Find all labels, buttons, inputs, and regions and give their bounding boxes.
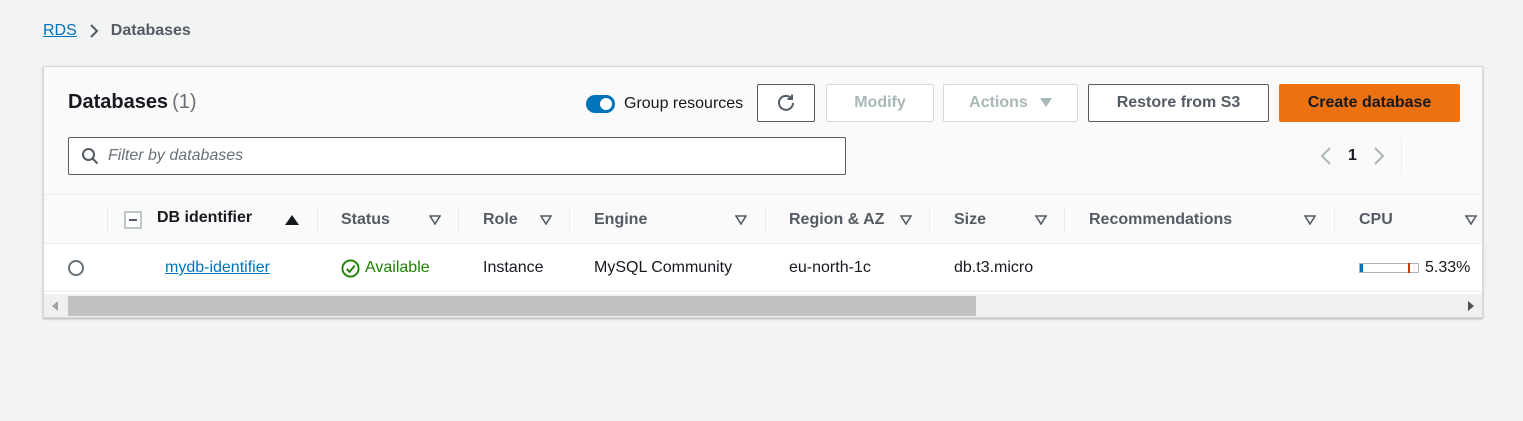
cell-role: Instance	[483, 259, 544, 276]
status-badge: Available	[341, 258, 430, 278]
scroll-right-icon[interactable]	[1468, 301, 1474, 311]
column-divider	[1334, 207, 1335, 232]
cell-status: Available	[341, 244, 430, 292]
group-resources-toggle[interactable]: Group resources	[586, 93, 743, 115]
col-status-label: Status	[341, 210, 390, 228]
breadcrumb-rds-link[interactable]: RDS	[43, 22, 77, 40]
col-recommendations[interactable]: Recommendations	[1089, 195, 1321, 244]
col-status[interactable]: Status	[341, 195, 445, 244]
toggle-switch[interactable]	[586, 95, 615, 113]
horizontal-scrollbar[interactable]	[44, 294, 1482, 317]
col-engine-label: Engine	[594, 210, 648, 228]
panel-header: Databases (1) Group resources Modify Acti…	[44, 67, 1482, 195]
cpu-usage-fill	[1360, 264, 1363, 272]
sort-icon	[429, 215, 441, 225]
col-size[interactable]: Size	[954, 195, 1052, 244]
check-circle-icon	[341, 258, 365, 278]
col-role[interactable]: Role	[483, 195, 555, 244]
restore-from-s3-button[interactable]: Restore from S3	[1088, 84, 1269, 122]
cpu-threshold-marker	[1408, 263, 1410, 273]
refresh-button[interactable]	[757, 84, 815, 122]
col-role-label: Role	[483, 210, 518, 228]
select-all-icon[interactable]	[124, 195, 142, 244]
chevron-right-icon	[89, 23, 99, 39]
breadcrumb-current: Databases	[110, 22, 191, 39]
modify-button[interactable]: Modify	[826, 84, 934, 122]
column-divider	[765, 207, 766, 232]
cpu-value: 5.33%	[1425, 259, 1471, 276]
cell-region-az: eu-north-1c	[789, 259, 871, 276]
db-identifier-link[interactable]: mydb-identifier	[165, 259, 270, 277]
col-cpu-label: CPU	[1359, 210, 1393, 228]
group-resources-label: Group resources	[624, 95, 744, 112]
cell-size: db.t3.micro	[954, 259, 1034, 276]
sort-icon	[1035, 215, 1047, 225]
cell-db-identifier: mydb-identifier	[165, 244, 270, 292]
scrollbar-thumb[interactable]	[68, 296, 976, 316]
radio-button[interactable]	[68, 260, 84, 276]
pagination: 1	[1320, 137, 1402, 175]
panel-title-count: (1)	[172, 91, 197, 113]
col-db-identifier[interactable]: DB identifier	[157, 195, 307, 244]
cell-engine: MySQL Community	[594, 259, 733, 276]
search-icon	[81, 147, 99, 165]
sort-icon	[540, 215, 552, 225]
column-divider	[458, 207, 459, 232]
restore-button-label: Restore from S3	[1116, 94, 1241, 111]
filter-field[interactable]	[68, 137, 846, 175]
cpu-usage-bar	[1359, 263, 1419, 273]
panel-title: Databases (1)	[68, 91, 197, 114]
column-divider	[569, 207, 570, 232]
modify-button-label: Modify	[854, 94, 906, 111]
breadcrumb: RDS Databases	[43, 20, 191, 42]
column-divider	[1064, 207, 1065, 232]
sort-icon	[1304, 215, 1316, 225]
table-header: DB identifier Status Role Engine Region …	[44, 195, 1482, 244]
create-button-label: Create database	[1307, 94, 1432, 111]
pager-divider	[1400, 137, 1402, 175]
scroll-left-icon[interactable]	[52, 301, 58, 311]
col-region-az[interactable]: Region & AZ	[789, 195, 917, 244]
caret-down-icon	[1039, 96, 1052, 110]
filter-input[interactable]	[108, 147, 808, 165]
refresh-icon	[776, 93, 796, 113]
actions-button-label: Actions	[969, 94, 1028, 111]
previous-page-icon[interactable]	[1320, 146, 1332, 166]
row-select-radio[interactable]	[68, 244, 84, 292]
databases-panel: Databases (1) Group resources Modify Acti…	[43, 66, 1483, 318]
column-divider	[929, 207, 930, 232]
cell-cpu: 5.33%	[1359, 244, 1470, 292]
current-page[interactable]: 1	[1348, 147, 1357, 165]
column-divider	[107, 207, 108, 232]
col-cpu[interactable]: CPU	[1359, 195, 1479, 244]
sort-ascending-icon	[285, 215, 299, 225]
sort-icon	[1465, 215, 1477, 225]
col-db-identifier-label: DB identifier	[157, 209, 253, 226]
col-region-az-label: Region & AZ	[789, 210, 885, 228]
table-row[interactable]: mydb-identifier Available Instance MySQL…	[44, 244, 1482, 292]
panel-title-text: Databases	[68, 91, 169, 113]
create-database-button[interactable]: Create database	[1279, 84, 1460, 122]
col-size-label: Size	[954, 210, 987, 228]
col-recommendations-label: Recommendations	[1089, 210, 1233, 228]
sort-icon	[735, 215, 747, 225]
status-text: Available	[365, 259, 430, 276]
sort-icon	[900, 215, 912, 225]
col-engine[interactable]: Engine	[594, 195, 749, 244]
actions-button[interactable]: Actions	[943, 84, 1078, 122]
column-divider	[317, 207, 318, 232]
next-page-icon[interactable]	[1373, 146, 1385, 166]
